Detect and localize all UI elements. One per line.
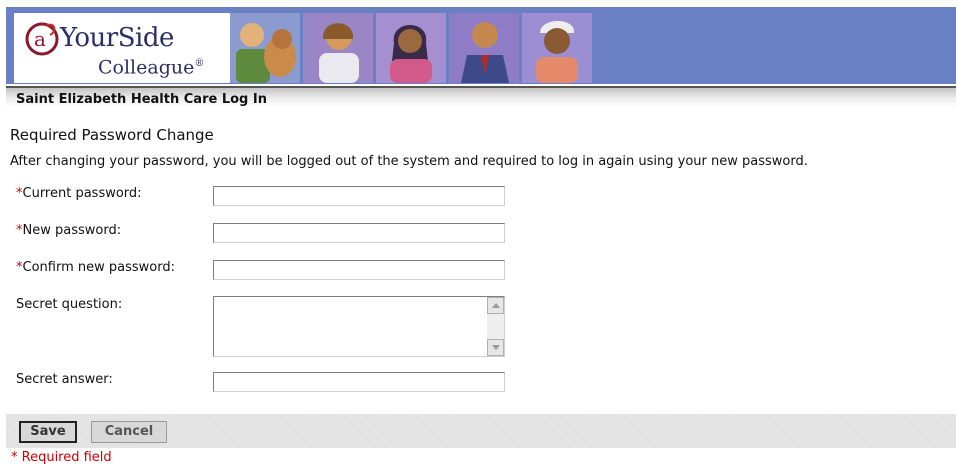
new-password-field[interactable] xyxy=(213,223,505,243)
portrait-illustration-1 xyxy=(230,13,300,83)
secret-answer-label: Secret answer: xyxy=(16,372,113,387)
page-title: Saint Elizabeth Health Care Log In xyxy=(16,92,267,107)
portrait-illustration-4 xyxy=(449,13,519,83)
confirm-password-field[interactable] xyxy=(213,260,505,280)
current-password-label: *Current password: xyxy=(16,186,142,201)
portrait-illustration-3 xyxy=(376,13,446,83)
scroll-down-button[interactable] xyxy=(487,339,504,356)
logo-text-line2: Colleague® xyxy=(98,56,205,79)
secret-question-scrollbar[interactable] xyxy=(487,297,504,356)
header-banner: a YourSide Colleague® xyxy=(6,7,956,84)
secret-question-textarea-wrap xyxy=(213,296,505,357)
arrow-down-icon xyxy=(492,345,500,350)
section-title: Required Password Change xyxy=(10,126,214,144)
required-field-note: * Required field xyxy=(11,450,112,465)
secret-question-label: Secret question: xyxy=(16,297,123,312)
secret-question-field[interactable] xyxy=(214,297,486,356)
logo-text-line1: YourSide xyxy=(60,23,174,53)
save-button[interactable]: Save xyxy=(19,421,77,443)
logo-mark-icon: a xyxy=(25,22,59,56)
cancel-button[interactable]: Cancel xyxy=(91,421,167,443)
intro-text: After changing your password, you will b… xyxy=(10,154,808,169)
page-titlebar: Saint Elizabeth Health Care Log In xyxy=(6,86,956,116)
logo: a YourSide Colleague® xyxy=(14,13,230,83)
svg-text:a: a xyxy=(34,27,46,51)
new-password-label: *New password: xyxy=(16,223,122,238)
secret-answer-field[interactable] xyxy=(213,372,505,392)
current-password-field[interactable] xyxy=(213,186,505,206)
scroll-up-button[interactable] xyxy=(487,297,504,314)
portrait-illustration-5 xyxy=(522,13,592,83)
confirm-password-label: *Confirm new password: xyxy=(16,260,175,275)
portrait-illustration-2 xyxy=(303,13,373,83)
arrow-up-icon xyxy=(492,303,500,308)
